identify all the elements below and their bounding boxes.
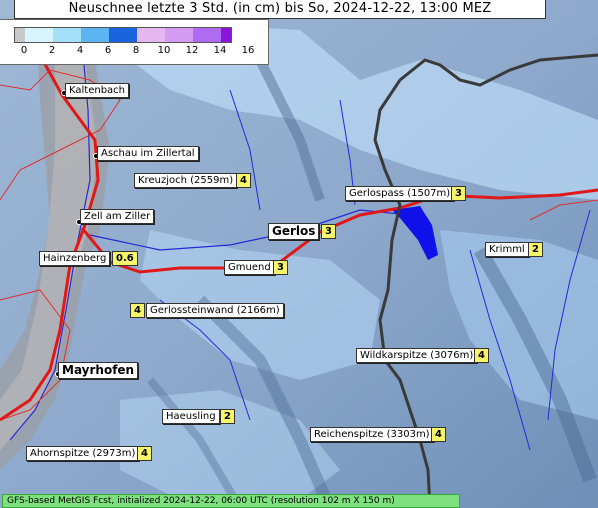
- value-badge-hainzenberg: 0.6: [112, 251, 138, 266]
- legend-swatch-1: [25, 28, 53, 42]
- place-label-gerlos[interactable]: Gerlos: [268, 223, 320, 240]
- legend-tick: 0: [20, 45, 28, 56]
- forecast-footer: GFS-based MetGIS Fcst, initialized 2024-…: [2, 494, 460, 508]
- place-label-gmuend[interactable]: Gmuend: [224, 260, 275, 275]
- place-label-ahornspitze[interactable]: Ahornspitze (2973m): [26, 446, 140, 461]
- legend-tick: 4: [76, 45, 84, 56]
- value-badge-gerlossteinwand: 4: [130, 303, 145, 318]
- place-label-gerlossteinwand[interactable]: Gerlossteinwand (2166m): [146, 303, 284, 318]
- legend-swatch-2: [53, 28, 81, 42]
- legend-swatch-8: [221, 28, 231, 42]
- value-badge-reichenspitze: 4: [431, 427, 446, 442]
- place-label-kreuzjoch[interactable]: Kreuzjoch (2559m): [134, 173, 238, 188]
- legend-tick: 6: [104, 45, 112, 56]
- legend-swatch-7: [193, 28, 221, 42]
- legend-tick: 10: [157, 45, 171, 56]
- value-badge-wildkarspitze: 4: [474, 348, 489, 363]
- legend-tick: 14: [213, 45, 227, 56]
- value-badge-kreuzjoch: 4: [236, 173, 251, 188]
- value-badge-gerlospass: 3: [451, 186, 466, 201]
- place-label-hainzenberg[interactable]: Hainzenberg: [39, 251, 111, 266]
- legend-tick: 2: [48, 45, 56, 56]
- legend-tick: 16: [241, 45, 255, 56]
- legend-swatch-6: [165, 28, 193, 42]
- place-label-reichenspitze[interactable]: Reichenspitze (3303m): [310, 427, 434, 442]
- color-legend: 0 2 4 6 8 10 12 14 16: [0, 19, 269, 65]
- place-label-krimml[interactable]: Krimml: [485, 242, 529, 257]
- place-label-gerlospass[interactable]: Gerlospass (1507m): [345, 186, 455, 201]
- snowfall-map: Neuschnee letzte 3 Std. (in cm) bis So, …: [0, 0, 598, 508]
- legend-colorbar: [14, 27, 232, 43]
- value-badge-gerlos: 3: [321, 224, 336, 239]
- legend-swatch-4: [109, 28, 137, 42]
- place-label-zell[interactable]: Zell am Ziller: [80, 209, 155, 224]
- legend-swatch-0: [15, 28, 25, 42]
- place-label-haeusling[interactable]: Haeusling: [162, 409, 220, 424]
- place-label-aschau[interactable]: Aschau im Zillertal: [97, 146, 199, 161]
- value-badge-haeusling: 2: [220, 409, 235, 424]
- legend-swatch-5: [137, 28, 165, 42]
- place-label-mayrhofen[interactable]: Mayrhofen: [58, 362, 139, 379]
- place-label-wildkarspitze[interactable]: Wildkarspitze (3076m): [356, 348, 478, 363]
- value-badge-krimml: 2: [528, 242, 543, 257]
- map-title: Neuschnee letzte 3 Std. (in cm) bis So, …: [14, 0, 546, 19]
- value-badge-gmuend: 3: [273, 260, 288, 275]
- value-badge-ahornspitze: 4: [137, 446, 152, 461]
- legend-ticks: 0 2 4 6 8 10 12 14 16: [14, 45, 255, 59]
- legend-tick: 12: [185, 45, 199, 56]
- place-label-kaltenbach[interactable]: Kaltenbach: [65, 83, 130, 98]
- legend-tick: 8: [132, 45, 140, 56]
- legend-swatch-3: [81, 28, 109, 42]
